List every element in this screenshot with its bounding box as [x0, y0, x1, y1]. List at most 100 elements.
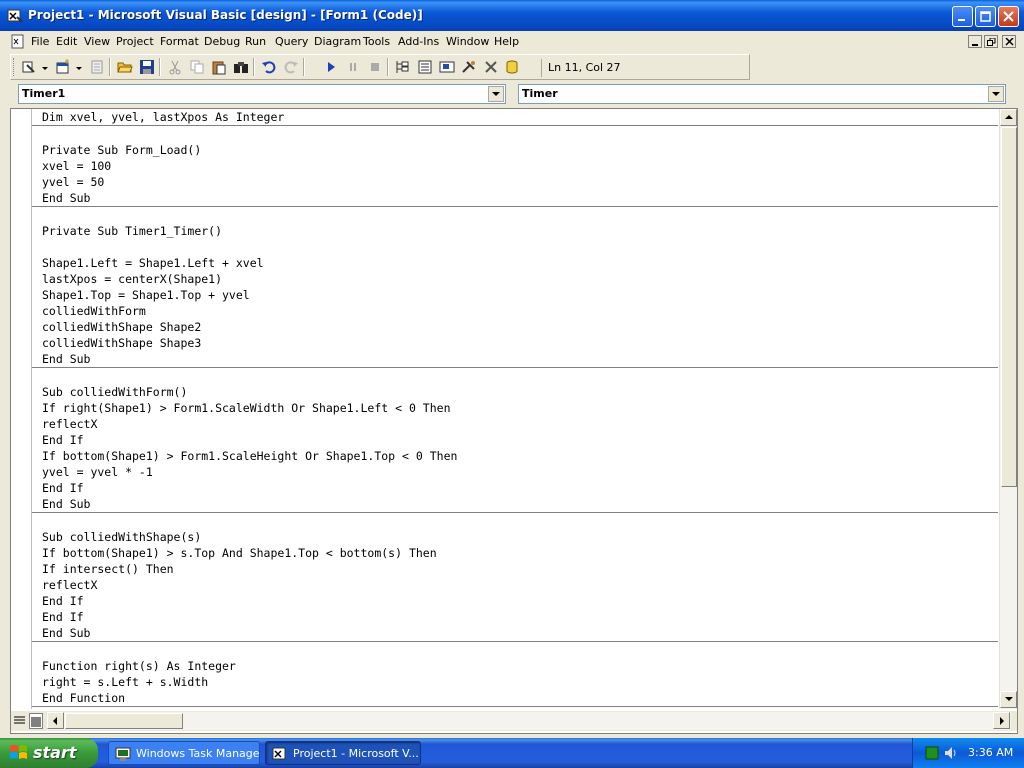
menu-edit[interactable]: Edit	[56, 35, 77, 48]
scroll-left-button[interactable]	[47, 712, 64, 729]
code-line[interactable]: Private Sub Timer1_Timer()	[32, 223, 998, 239]
menu-run[interactable]: Run	[245, 35, 266, 48]
undo-button[interactable]	[259, 58, 279, 76]
title-bar[interactable]: Project1 - Microsoft Visual Basic [desig…	[0, 0, 1024, 31]
start-button[interactable]: start	[0, 738, 98, 768]
code-line[interactable]: Dim xvel, yvel, lastXpos As Integer	[32, 109, 998, 125]
code-line[interactable]: xvel = 100	[32, 158, 998, 174]
code-procedure-block[interactable]: Sub colliedWithForm() If right(Shape1) > …	[32, 368, 998, 513]
code-line[interactable]: End If	[32, 432, 998, 448]
code-line[interactable]: reflectX	[32, 416, 998, 432]
code-procedure-block[interactable]: Sub colliedWithShape(s) If bottom(Shape1)…	[32, 513, 998, 642]
taskbar-button-vb-project[interactable]: Project1 - Microsoft V...	[265, 741, 421, 765]
menu-add-ins[interactable]: Add-Ins	[398, 35, 439, 48]
code-line[interactable]: If right(Shape1) > Form1.ScaleWidth Or S…	[32, 400, 998, 416]
code-line[interactable]: End If	[32, 593, 998, 609]
code-procedure-block[interactable]: Function right(s) As Integer right = s.Le…	[32, 642, 998, 707]
object-dropdown[interactable]: Timer1	[18, 84, 506, 104]
code-line[interactable]: If bottom(Shape1) > Form1.ScaleHeight Or…	[32, 448, 998, 464]
save-project-button[interactable]	[137, 58, 157, 76]
full-module-view-button[interactable]	[29, 713, 43, 729]
code-line[interactable]: yvel = 50	[32, 174, 998, 190]
start-button[interactable]	[321, 58, 341, 76]
procedure-view-button[interactable]	[13, 713, 27, 729]
margin-indicator-bar[interactable]	[11, 109, 32, 709]
project-explorer-button[interactable]	[393, 58, 413, 76]
scroll-up-button[interactable]	[1000, 109, 1017, 126]
minimize-button[interactable]	[952, 6, 973, 27]
menu-help[interactable]: Help	[494, 35, 519, 48]
procedure-dropdown[interactable]: Timer	[518, 84, 1006, 104]
menu-editor-button[interactable]	[87, 58, 107, 76]
cut-button[interactable]	[165, 58, 185, 76]
volume-icon[interactable]	[944, 746, 958, 760]
menu-file[interactable]: File	[31, 35, 49, 48]
code-editor[interactable]: Dim xvel, yvel, lastXpos As Integer Priva…	[32, 109, 998, 709]
code-line[interactable]: colliedWithShape Shape3	[32, 335, 998, 351]
code-line[interactable]: Sub colliedWithShape(s)	[32, 529, 998, 545]
code-line[interactable]: Sub colliedWithForm()	[32, 384, 998, 400]
code-line[interactable]: Shape1.Left = Shape1.Left + xvel	[32, 255, 998, 271]
add-project-button[interactable]	[19, 58, 39, 76]
code-line[interactable]: End If	[32, 609, 998, 625]
code-line[interactable]: colliedWithShape Shape2	[32, 319, 998, 335]
add-form-dropdown[interactable]	[73, 58, 83, 76]
code-line[interactable]: right = s.Left + s.Width	[32, 674, 998, 690]
toolbox-button[interactable]	[481, 58, 501, 76]
menu-window[interactable]: Window	[446, 35, 489, 48]
code-line[interactable]: Private Sub Form_Load()	[32, 142, 998, 158]
horizontal-scroll-thumb[interactable]	[65, 713, 183, 729]
object-dropdown-arrow[interactable]	[488, 86, 504, 102]
add-form-button[interactable]	[53, 58, 73, 76]
procedure-dropdown-arrow[interactable]	[988, 86, 1004, 102]
add-project-dropdown[interactable]	[39, 58, 49, 76]
code-procedure-block[interactable]: Private Sub Form_Load() xvel = 100 yvel = …	[32, 126, 998, 207]
code-procedure-block[interactable]: Dim xvel, yvel, lastXpos As Integer	[32, 109, 998, 126]
copy-button[interactable]	[187, 58, 207, 76]
code-line[interactable]: End Sub	[32, 190, 998, 206]
code-line[interactable]: End Sub	[32, 351, 998, 367]
scroll-right-button[interactable]	[993, 712, 1010, 729]
mdi-minimize-button[interactable]	[968, 35, 982, 48]
object-browser-button[interactable]	[459, 58, 479, 76]
code-line[interactable]: End If	[32, 480, 998, 496]
menu-query[interactable]: Query	[275, 35, 308, 48]
taskbar-button-task-manager[interactable]: Windows Task Manager	[108, 741, 260, 765]
form-layout-button[interactable]	[437, 58, 457, 76]
find-button[interactable]	[231, 58, 251, 76]
close-button[interactable]	[998, 6, 1019, 27]
menu-project[interactable]: Project	[116, 35, 154, 48]
vertical-scroll-thumb[interactable]	[1001, 127, 1017, 487]
maximize-button[interactable]	[975, 6, 996, 27]
code-line[interactable]	[32, 642, 998, 658]
code-line[interactable]: yvel = yvel * -1	[32, 464, 998, 480]
toolbar-grip[interactable]	[13, 58, 16, 76]
code-line[interactable]: Function right(s) As Integer	[32, 658, 998, 674]
menu-view[interactable]: View	[84, 35, 110, 48]
properties-window-button[interactable]	[415, 58, 435, 76]
code-line[interactable]: colliedWithForm	[32, 303, 998, 319]
code-line[interactable]: End Sub	[32, 496, 998, 512]
code-line[interactable]: lastXpos = centerX(Shape1)	[32, 271, 998, 287]
code-line[interactable]: Shape1.Top = Shape1.Top + yvel	[32, 287, 998, 303]
mdi-close-button[interactable]	[1002, 35, 1016, 48]
code-line[interactable]	[32, 239, 998, 255]
horizontal-scrollbar[interactable]	[47, 712, 1011, 730]
scroll-down-button[interactable]	[1000, 691, 1017, 708]
code-line[interactable]: reflectX	[32, 577, 998, 593]
menu-tools[interactable]: Tools	[363, 35, 390, 48]
code-line[interactable]: End Function	[32, 690, 998, 706]
data-view-button[interactable]	[503, 58, 523, 76]
code-line[interactable]: If intersect() Then	[32, 561, 998, 577]
code-window-icon[interactable]	[10, 34, 26, 50]
open-project-button[interactable]	[115, 58, 135, 76]
mdi-restore-button[interactable]	[984, 35, 998, 48]
menu-format[interactable]: Format	[160, 35, 199, 48]
break-button[interactable]	[343, 58, 363, 76]
code-line[interactable]	[32, 207, 998, 223]
code-line[interactable]: End Sub	[32, 625, 998, 641]
paste-button[interactable]	[209, 58, 229, 76]
menu-diagram[interactable]: Diagram	[314, 35, 361, 48]
redo-button[interactable]	[281, 58, 301, 76]
code-line[interactable]	[32, 368, 998, 384]
